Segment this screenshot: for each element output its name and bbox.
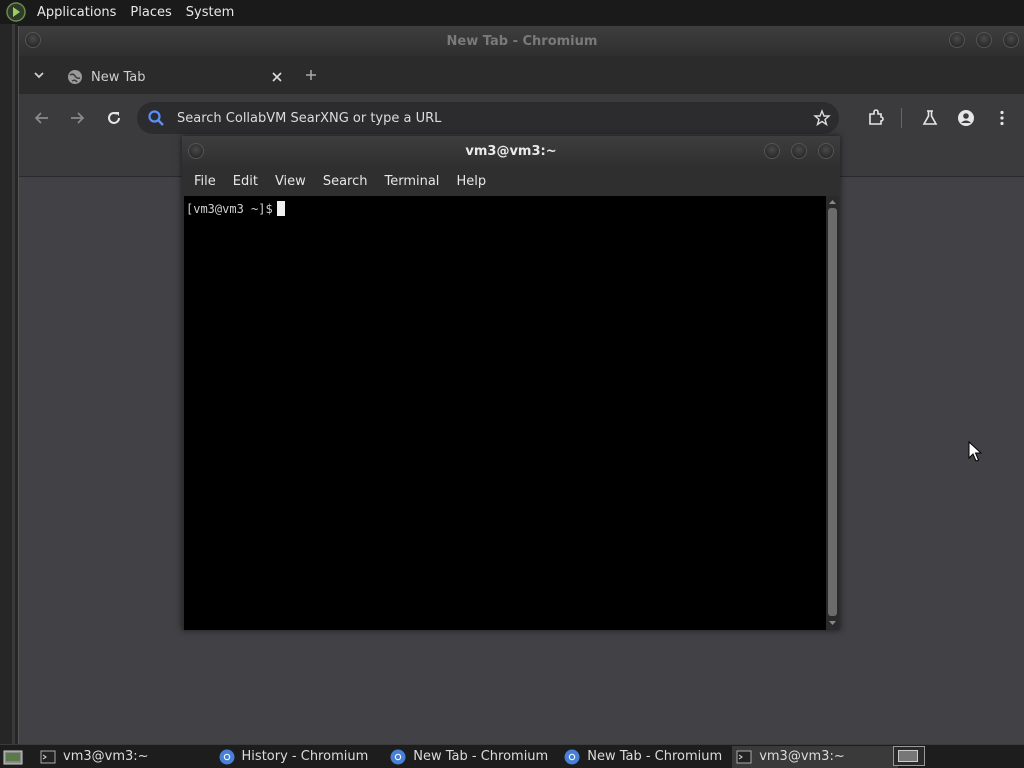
chromium-icon [219, 749, 235, 764]
terminal-icon [40, 750, 56, 763]
terminal-prompt: [vm3@vm3 ~]$ [186, 202, 273, 216]
new-tab-plus-icon[interactable] [303, 67, 319, 83]
places-menu[interactable]: Places [130, 5, 171, 20]
terminal-output[interactable]: [vm3@vm3 ~]$ [184, 196, 826, 630]
globe-icon [68, 70, 82, 84]
workspace-switcher[interactable] [893, 746, 925, 766]
browser-toolbar: Search CollabVM SearXNG or type a URL [19, 94, 1024, 140]
reload-icon[interactable] [105, 109, 123, 127]
scroll-up-arrow-icon[interactable] [828, 197, 837, 207]
show-desktop-icon[interactable] [2, 747, 24, 767]
terminal-maximize-button[interactable] [791, 143, 807, 159]
applications-menu[interactable]: Applications [37, 5, 116, 20]
taskbar-task-new-tab-chromium-2[interactable]: New Tab - Chromium [560, 746, 726, 768]
task-label: New Tab - Chromium [587, 749, 723, 764]
terminal-icon [736, 750, 752, 763]
tab-search-chevron-down-icon[interactable] [31, 67, 47, 83]
maximize-button[interactable] [976, 32, 992, 48]
desktop-edge [0, 24, 18, 744]
minimize-button[interactable] [949, 32, 965, 48]
profile-avatar-icon[interactable] [957, 109, 975, 127]
task-label: vm3@vm3:~ [63, 749, 149, 764]
taskbar: vm3@vm3:~ History - Chromium New Tab - C… [0, 744, 1024, 768]
task-label: vm3@vm3:~ [759, 749, 845, 764]
terminal-window: vm3@vm3:~ File Edit View Search Terminal… [182, 136, 840, 630]
menu-view[interactable]: View [273, 174, 308, 189]
terminal-close-button[interactable] [818, 143, 834, 159]
extensions-puzzle-icon[interactable] [867, 109, 885, 127]
tab-close-icon[interactable] [269, 69, 285, 85]
taskbar-task-terminal-2[interactable]: vm3@vm3:~ [732, 745, 899, 768]
chromium-window-title: New Tab - Chromium [446, 33, 598, 49]
back-arrow-icon[interactable] [33, 109, 51, 127]
kebab-menu-icon[interactable] [993, 109, 1011, 127]
scrollbar-thumb[interactable] [828, 208, 837, 616]
task-label: History - Chromium [241, 749, 369, 764]
tab-title: New Tab [91, 69, 146, 85]
scroll-down-arrow-icon[interactable] [828, 618, 837, 628]
taskbar-task-terminal-1[interactable]: vm3@vm3:~ [36, 746, 153, 768]
omnibox-placeholder: Search CollabVM SearXNG or type a URL [177, 110, 442, 126]
task-label: New Tab - Chromium [413, 749, 549, 764]
terminal-menubar: File Edit View Search Terminal Help [182, 166, 840, 196]
toolbar-separator [901, 108, 902, 128]
close-button[interactable] [1003, 32, 1019, 48]
mouse-pointer-icon [968, 441, 982, 462]
workspace-window-preview [898, 750, 918, 762]
menu-file[interactable]: File [192, 174, 218, 189]
window-menu-button[interactable] [25, 32, 41, 48]
terminal-window-title: vm3@vm3:~ [465, 143, 557, 159]
top-panel: Applications Places System [0, 0, 1024, 24]
menu-terminal[interactable]: Terminal [382, 174, 441, 189]
chromium-titlebar[interactable]: New Tab - Chromium [19, 26, 1024, 56]
tab-strip: New Tab [19, 56, 1024, 94]
terminal-scrollbar[interactable] [826, 196, 839, 630]
menu-edit[interactable]: Edit [231, 174, 260, 189]
menu-search[interactable]: Search [321, 174, 370, 189]
search-icon [148, 110, 164, 126]
distro-logo-icon[interactable] [6, 2, 26, 22]
chromium-icon [564, 749, 580, 764]
bookmark-star-icon[interactable] [813, 109, 831, 127]
labs-flask-icon[interactable] [921, 109, 939, 127]
terminal-prompt-line: [vm3@vm3 ~]$ [186, 201, 285, 216]
desktop-edge-line [12, 24, 15, 744]
terminal-window-menu-button[interactable] [188, 143, 204, 159]
tab-new-tab[interactable]: New Tab [57, 60, 295, 94]
text-cursor [276, 201, 285, 216]
terminal-titlebar[interactable]: vm3@vm3:~ [182, 136, 840, 166]
chromium-icon [390, 749, 406, 764]
taskbar-task-new-tab-chromium-1[interactable]: New Tab - Chromium [386, 746, 552, 768]
forward-arrow-icon[interactable] [68, 109, 86, 127]
omnibox[interactable]: Search CollabVM SearXNG or type a URL [137, 102, 839, 134]
taskbar-task-history-chromium[interactable]: History - Chromium [215, 746, 373, 768]
menu-help[interactable]: Help [454, 174, 488, 189]
terminal-minimize-button[interactable] [764, 143, 780, 159]
system-menu[interactable]: System [186, 5, 234, 20]
